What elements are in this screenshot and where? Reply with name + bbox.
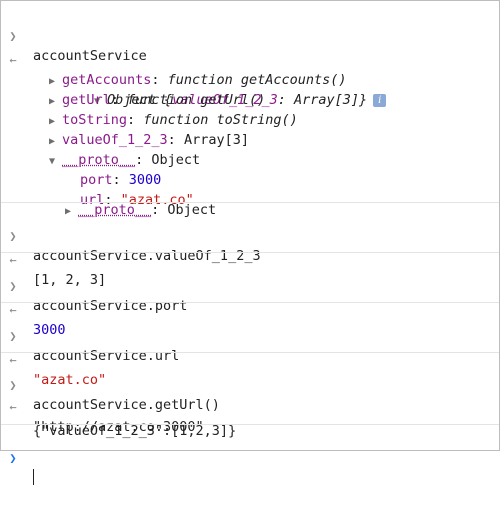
console-output-line: ← 3000	[1, 280, 499, 338]
console-entry: ❯ accountService ← ▼ Object {valueOf_1_2_…	[1, 1, 499, 218]
object-property-row[interactable]: ▶ getUrl: function getUrl()	[1, 70, 499, 108]
object-property-row[interactable]: ▶ getAccounts: function getAccounts()	[1, 50, 499, 88]
console-output-line: ← [1, 2, 3]	[1, 230, 499, 288]
object-property-row[interactable]: ▶ valueOf_1_2_3: Array[3]	[1, 110, 499, 148]
object-property-row: port: 3000	[1, 150, 499, 188]
console-entry: ❯ accountService.getUrl() ← "http://azat…	[1, 352, 499, 439]
proto-row[interactable]: ▼ __proto__: Object	[1, 130, 499, 168]
console-log-line: {"valueOf_1_2_3":[1,2,3]}	[1, 401, 499, 439]
proto-row[interactable]: ▶ __proto__: Object	[1, 180, 499, 218]
console-panel: ❯ accountService ← ▼ Object {valueOf_1_2_…	[0, 0, 500, 485]
console-input-line: ❯ accountService.port	[1, 256, 499, 314]
text-caret	[33, 469, 34, 485]
console-entry: ❯ accountService.port ← 3000	[1, 252, 499, 338]
console-input-line: ❯ accountService.valueOf_1_2_3	[1, 206, 499, 264]
console-input-line: ❯ accountService.getUrl()	[1, 355, 499, 413]
console-entry: ❯ accountService.valueOf_1_2_3 ← [1, 2, …	[1, 202, 499, 288]
console-input-field[interactable]: ❯	[1, 428, 499, 485]
console-input-line: ❯ accountService.url	[1, 306, 499, 364]
console-output-line: ← "azat.co"	[1, 330, 499, 388]
console-entry: ❯ accountService.url ← "azat.co"	[1, 302, 499, 388]
console-prompt[interactable]: ❯	[1, 424, 499, 485]
console-output-line: ← "http://azat.co:3000"	[1, 377, 499, 435]
console-input-line: ❯ accountService	[1, 6, 499, 64]
object-property-row[interactable]: ▶ toString: function toString()	[1, 90, 499, 128]
console-output-line[interactable]: ← ▼ Object {valueOf_1_2_3: Array[3]} i	[1, 30, 499, 108]
chevron-right-icon: ❯	[9, 451, 17, 465]
